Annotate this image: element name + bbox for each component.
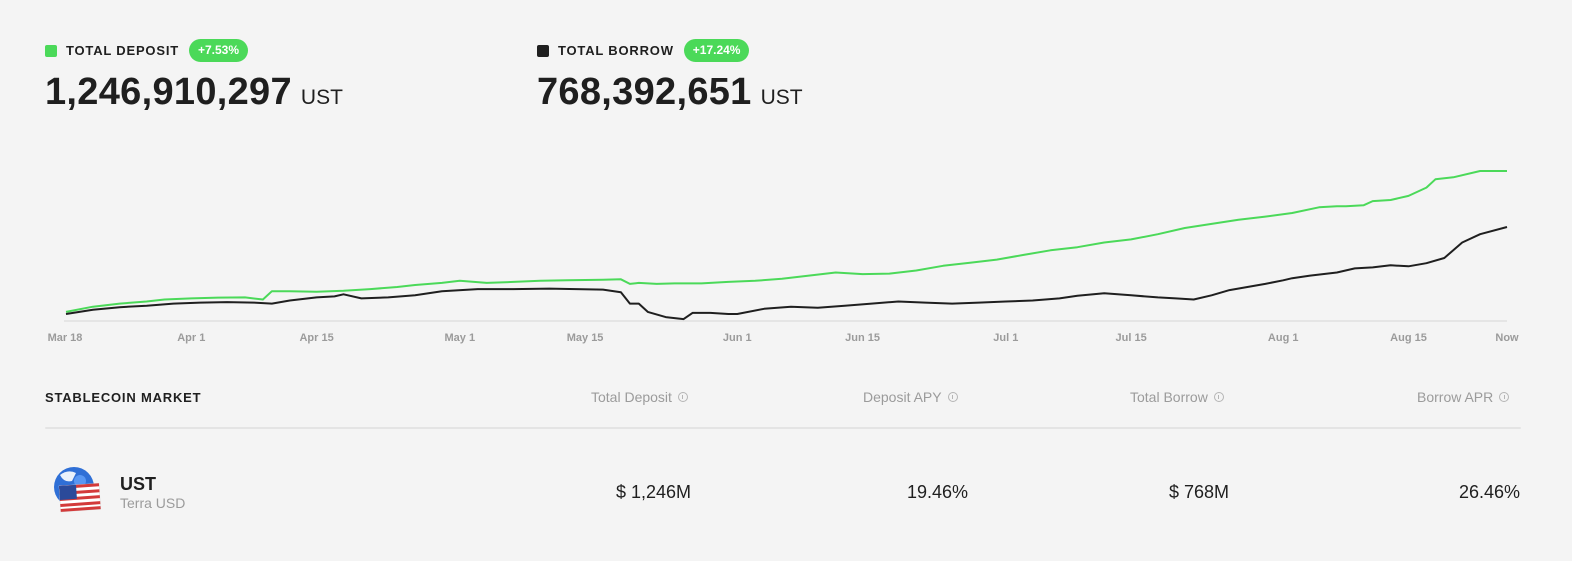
- cell-deposit-apy: 19.46%: [907, 482, 969, 502]
- info-icon[interactable]: [1213, 392, 1224, 402]
- x-tick-label: Jun 1: [723, 332, 752, 344]
- x-tick-label: Jul 15: [1116, 332, 1147, 344]
- deposit-borrow-line-chart[interactable]: Mar 18 Apr 1 Apr 15 May 1 May 15 Jun 1 Jun 15 J…: [0, 150, 1572, 350]
- cell-total-borrow: $ 768M: [1169, 482, 1230, 502]
- x-tick-label: May 15: [567, 332, 604, 344]
- col-header-total-borrow-label: Total Borrow: [1130, 389, 1208, 405]
- info-icon[interactable]: [677, 392, 688, 402]
- x-tick-label: Aug 15: [1390, 332, 1427, 344]
- table-divider: [45, 427, 1521, 429]
- info-icon[interactable]: [1499, 392, 1510, 402]
- x-tick-label: Mar 18: [48, 332, 83, 344]
- cell-borrow-apr: 26.46%: [1459, 482, 1521, 502]
- total-deposit-header: TOTAL DEPOSIT +7.53%: [45, 39, 343, 62]
- x-tick-label: May 1: [445, 332, 476, 344]
- col-header-total-deposit-label: Total Deposit: [591, 389, 672, 405]
- x-tick-label: Now: [1495, 332, 1519, 344]
- total-borrow-label: TOTAL BORROW: [558, 43, 674, 58]
- col-header-total-deposit[interactable]: Total Deposit: [591, 389, 688, 405]
- x-tick-label: Apr 15: [299, 332, 333, 344]
- series-layer: [65, 170, 1508, 321]
- total-deposit-unit: UST: [300, 86, 343, 109]
- borrow-legend-swatch: [537, 44, 549, 57]
- total-deposit-series-line: [65, 170, 1507, 313]
- total-deposit-stat: TOTAL DEPOSIT +7.53% 1,246,910,297 UST: [45, 39, 343, 114]
- ust-flag-globe-icon: [54, 467, 101, 513]
- x-tick-labels: Mar 18 Apr 1 Apr 15 May 1 May 15 Jun 1 Jun 15 J…: [48, 332, 1519, 344]
- col-header-deposit-apy[interactable]: Deposit APY: [863, 389, 958, 405]
- total-borrow-value: 768,392,651: [537, 71, 752, 113]
- asset-full-name: Terra USD: [120, 495, 186, 511]
- borrow-change-badge: +17.24%: [683, 39, 750, 62]
- col-header-deposit-apy-label: Deposit APY: [863, 389, 942, 405]
- x-tick-label: Jul 1: [993, 332, 1018, 344]
- col-header-total-borrow[interactable]: Total Borrow: [1130, 389, 1224, 405]
- total-borrow-header: TOTAL BORROW +17.24%: [537, 39, 803, 62]
- asset-symbol: UST: [120, 474, 156, 494]
- deposit-change-badge: +7.53%: [188, 39, 249, 62]
- total-borrow-stat: TOTAL BORROW +17.24% 768,392,651 UST: [537, 39, 803, 114]
- stablecoin-market-title: STABLECOIN MARKET: [45, 390, 202, 405]
- x-tick-label: Aug 1: [1268, 332, 1299, 344]
- total-borrow-series-line: [65, 226, 1508, 321]
- total-deposit-value: 1,246,910,297: [45, 71, 292, 113]
- x-tick-label: Apr 1: [177, 332, 205, 344]
- total-borrow-unit: UST: [760, 86, 803, 109]
- total-deposit-label: TOTAL DEPOSIT: [66, 43, 179, 58]
- col-header-borrow-apr-label: Borrow APR: [1417, 389, 1494, 405]
- total-deposit-value-row: 1,246,910,297 UST: [45, 71, 343, 114]
- x-tick-label: Jun 15: [845, 332, 880, 344]
- info-icon[interactable]: [947, 392, 958, 402]
- deposit-legend-swatch: [45, 44, 57, 57]
- col-header-borrow-apr[interactable]: Borrow APR: [1417, 389, 1510, 405]
- cell-total-deposit: $ 1,246M: [616, 482, 692, 502]
- total-borrow-value-row: 768,392,651 UST: [537, 71, 803, 114]
